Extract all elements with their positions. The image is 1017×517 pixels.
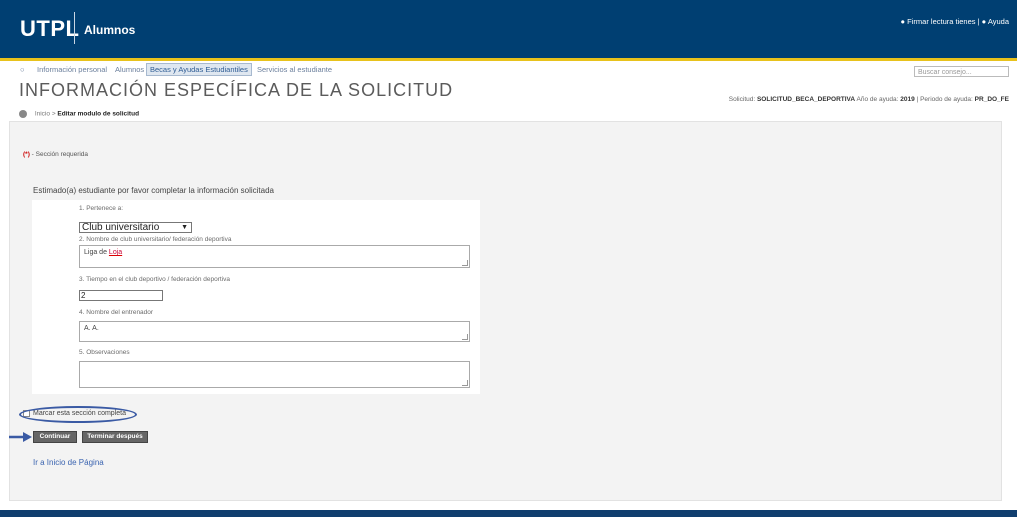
coach-text: A. A.	[84, 325, 99, 332]
club-name-textarea[interactable]: Liga de Loja	[79, 245, 470, 268]
required-star: (*)	[23, 151, 30, 158]
q3-label: 3. Tiempo en el club deportivo / federac…	[79, 276, 231, 283]
chevron-down-icon: ▼	[181, 224, 188, 231]
page-title: INFORMACIÓN ESPECÍFICA DE LA SOLICITUD	[19, 80, 454, 100]
nav-item-becas[interactable]: Becas y Ayudas Estudiantiles	[146, 63, 252, 76]
q4-label: 4. Nombre del entrenador	[79, 309, 154, 316]
lock-icon: ●	[900, 17, 906, 26]
breadcrumb-home[interactable]: Inicio	[35, 111, 50, 118]
observations-textarea[interactable]	[79, 361, 470, 388]
club-name-text-a: Liga de	[84, 249, 109, 256]
club-select-value: Club universitario	[82, 222, 160, 233]
menu-icon[interactable]: ○	[20, 65, 25, 74]
period-value: PR_DO_FE	[974, 96, 1009, 103]
resize-handle[interactable]	[462, 334, 468, 340]
breadcrumb: Inicio > Editar modulo de solicitud	[19, 110, 139, 118]
nav-item-info-personal[interactable]: Información personal	[37, 65, 107, 74]
footer-bar	[0, 510, 1017, 517]
resize-handle[interactable]	[462, 380, 468, 386]
finish-later-button[interactable]: Terminar después	[82, 431, 148, 443]
required-section-note: (*) - Sección requerida	[23, 151, 88, 158]
app-subtitle: Alumnos	[84, 23, 136, 37]
request-label: Solicitud:	[728, 96, 756, 103]
header-links: ● Firmar lectura tienes | ● Ayuda	[900, 17, 1009, 26]
year-label: Año de ayuda:	[856, 96, 899, 103]
time-input[interactable]: 2	[79, 290, 163, 301]
help-icon: ●	[981, 17, 987, 26]
q1-label: 1. Pertenece a:	[79, 205, 124, 212]
search-input[interactable]: Buscar consejo...	[914, 66, 1009, 77]
header-bar: UTPL Alumnos ● Firmar lectura tienes | ●…	[0, 0, 1017, 61]
header-link-help[interactable]: Ayuda	[988, 17, 1009, 26]
q5-label: 5. Observaciones	[79, 349, 130, 356]
utpl-logo[interactable]: UTPL	[20, 16, 79, 42]
logo-divider	[74, 12, 75, 44]
resize-handle[interactable]	[462, 260, 468, 266]
header-link-signout[interactable]: Firmar lectura tienes	[907, 17, 975, 26]
q2-label: 2. Nombre de club universitario/ federac…	[79, 236, 232, 243]
nav-item-servicios[interactable]: Servicios al estudiante	[257, 65, 332, 74]
request-info: Solicitud: SOLICITUD_BECA_DEPORTIVA Año …	[728, 96, 1009, 103]
form-intro: Estimado(a) estudiante por favor complet…	[33, 186, 275, 195]
continue-button[interactable]: Continuar	[33, 431, 77, 443]
breadcrumb-current: Editar modulo de solicitud	[57, 110, 140, 118]
top-of-page-link[interactable]: Ir a Inicio de Página	[33, 458, 104, 467]
annotation-arrow-icon	[9, 432, 32, 442]
home-icon[interactable]	[19, 110, 27, 118]
coach-textarea[interactable]: A. A.	[79, 321, 470, 342]
year-value: 2019	[900, 96, 915, 103]
club-name-text-b: Loja	[108, 249, 123, 256]
nav-item-alumnos[interactable]: Alumnos	[115, 65, 144, 74]
required-text: - Sección requerida	[31, 151, 89, 158]
main-nav: ○ Información personal Alumnos Becas y A…	[0, 61, 1017, 79]
annotation-ellipse	[19, 406, 137, 423]
club-select[interactable]: Club universitario ▼	[79, 222, 192, 233]
period-label: Periodo de ayuda:	[920, 96, 973, 103]
request-value: SOLICITUD_BECA_DEPORTIVA	[756, 96, 856, 103]
